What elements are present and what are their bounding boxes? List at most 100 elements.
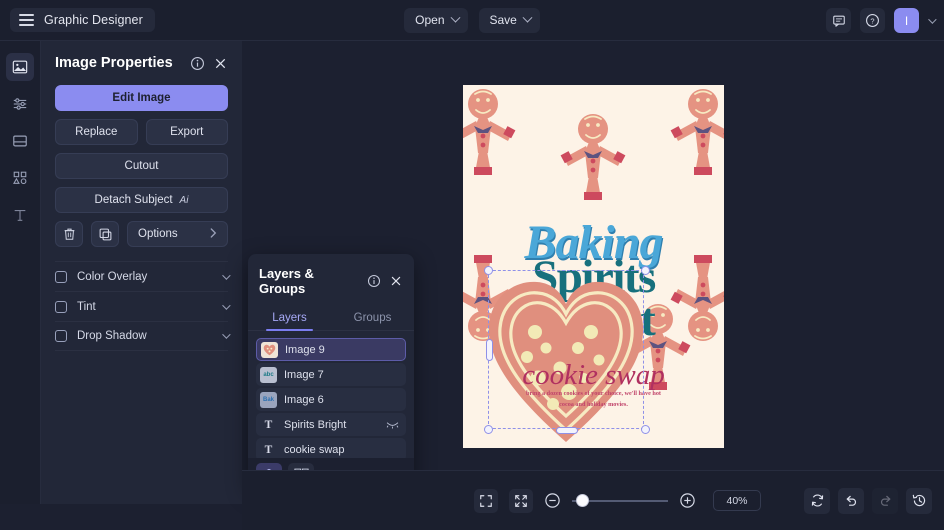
redo-button[interactable] xyxy=(872,487,898,514)
info-icon[interactable] xyxy=(367,274,381,288)
layer-name: Spirits Bright xyxy=(284,418,347,431)
collapse-view-button[interactable] xyxy=(509,488,533,513)
plus-circle-icon xyxy=(680,493,695,508)
selection-bounding-box[interactable] xyxy=(484,266,650,434)
resize-handle-top-left[interactable] xyxy=(484,266,493,275)
sidebar-item-text[interactable] xyxy=(6,201,34,229)
hamburger-icon[interactable] xyxy=(19,14,34,26)
minus-circle-icon xyxy=(545,493,560,508)
text-layer-icon: T xyxy=(264,418,273,431)
save-label: Save xyxy=(489,13,517,27)
shapes-icon xyxy=(13,171,27,185)
left-tool-rail xyxy=(0,41,41,504)
layer-item-image-6[interactable]: Bak Image 6 xyxy=(256,388,406,411)
comment-button[interactable] xyxy=(826,8,851,33)
undo-button[interactable] xyxy=(838,487,864,514)
chevron-down-icon[interactable] xyxy=(222,300,231,310)
layers-panel-header: Layers & Groups xyxy=(248,254,414,305)
help-button[interactable]: ? xyxy=(860,8,885,33)
detach-subject-button[interactable]: Detach Subject Ai xyxy=(55,187,228,213)
resize-handle-bottom-left[interactable] xyxy=(484,425,493,434)
layer-item-image-7[interactable]: abc Image 7 xyxy=(256,363,406,386)
layer-thumbnail: abc xyxy=(260,366,277,383)
effect-drop-shadow[interactable]: Drop Shadow xyxy=(55,321,231,351)
resize-handle-top-right[interactable] xyxy=(641,266,650,275)
history-button[interactable] xyxy=(906,487,932,514)
sidebar-item-adjust[interactable] xyxy=(6,90,34,118)
close-icon[interactable] xyxy=(389,274,403,288)
top-right-actions: ? I xyxy=(826,0,937,41)
image-properties-panel: Image Properties Edit Image Replace Expo… xyxy=(41,41,242,504)
tab-groups[interactable]: Groups xyxy=(331,305,414,330)
layer-thumbnail: Bak xyxy=(260,391,277,408)
effect-label: Drop Shadow xyxy=(77,330,147,342)
ai-badge: Ai xyxy=(179,194,189,206)
sidebar-item-shapes[interactable] xyxy=(6,164,34,192)
chevron-down-icon[interactable] xyxy=(222,330,231,339)
tab-layers[interactable]: Layers xyxy=(248,305,331,331)
app-menu-button[interactable]: Graphic Designer xyxy=(10,8,155,32)
resize-handle-left[interactable] xyxy=(485,339,493,361)
delete-button[interactable] xyxy=(55,221,83,247)
layer-item-image-9[interactable]: Image 9 xyxy=(256,338,406,361)
sidebar-item-layout[interactable] xyxy=(6,127,34,155)
layers-and-groups-panel[interactable]: Layers & Groups Layers Groups Image 9 ab… xyxy=(248,254,414,489)
undo-icon xyxy=(846,495,856,506)
chevron-down-icon[interactable] xyxy=(928,14,937,24)
replace-button[interactable]: Replace xyxy=(55,119,138,145)
image-tool-row: Options xyxy=(55,221,228,247)
duplicate-button[interactable] xyxy=(91,221,119,247)
layer-thumbnail xyxy=(261,341,278,358)
hidden-eye-icon[interactable] xyxy=(386,416,399,434)
open-label: Open xyxy=(415,13,445,27)
options-button[interactable]: Options xyxy=(127,221,228,247)
svg-text:?: ? xyxy=(870,17,874,26)
export-button[interactable]: Export xyxy=(145,119,228,145)
save-button[interactable]: Save xyxy=(478,7,540,33)
bottom-toolbar: 40% xyxy=(242,470,944,530)
cutout-button[interactable]: Cutout xyxy=(55,153,228,179)
comment-icon xyxy=(832,15,845,27)
top-bar: Graphic Designer Open Save ? I xyxy=(0,0,944,41)
close-icon[interactable] xyxy=(213,56,228,71)
file-actions: Open Save xyxy=(382,7,562,33)
layer-name: Image 7 xyxy=(284,368,324,381)
image-icon xyxy=(12,60,28,74)
fit-screen-button[interactable] xyxy=(474,488,498,513)
color-overlay-checkbox[interactable] xyxy=(55,270,67,283)
resize-handle-bottom-right[interactable] xyxy=(641,425,650,434)
layer-item-spirits-bright[interactable]: T Spirits Bright xyxy=(256,413,406,436)
zoom-level-value[interactable]: 40% xyxy=(713,490,761,511)
chevron-down-icon xyxy=(450,12,460,23)
layers-tabs: Layers Groups xyxy=(248,305,414,331)
duplicate-icon xyxy=(99,228,111,240)
options-label: Options xyxy=(138,228,178,240)
zoom-out-button[interactable] xyxy=(544,492,561,509)
info-icon[interactable] xyxy=(190,56,205,71)
effect-tint[interactable]: Tint xyxy=(55,291,231,321)
page-title: Image Properties xyxy=(55,55,173,71)
zoom-slider-knob[interactable] xyxy=(576,494,589,507)
app-title: Graphic Designer xyxy=(44,13,143,27)
zoom-slider[interactable] xyxy=(572,492,668,509)
resize-handle-bottom[interactable] xyxy=(556,426,578,434)
drop-shadow-checkbox[interactable] xyxy=(55,330,67,342)
open-button[interactable]: Open xyxy=(404,7,468,33)
history-icon xyxy=(912,494,925,507)
refresh-button[interactable] xyxy=(804,487,830,514)
avatar-initial: I xyxy=(904,13,909,28)
refresh-icon xyxy=(811,494,823,507)
edit-image-button[interactable]: Edit Image xyxy=(55,85,228,111)
avatar[interactable]: I xyxy=(894,8,919,33)
sidebar-item-image[interactable] xyxy=(6,53,34,81)
panel-header: Image Properties xyxy=(55,55,228,71)
sliders-icon xyxy=(13,98,27,110)
effect-color-overlay[interactable]: Color Overlay xyxy=(55,261,231,291)
tint-checkbox[interactable] xyxy=(55,300,67,313)
effect-label: Tint xyxy=(77,300,96,313)
chevron-down-icon[interactable] xyxy=(222,270,231,280)
history-actions xyxy=(804,487,932,514)
fit-screen-icon xyxy=(480,494,492,507)
layer-name: Image 9 xyxy=(285,343,325,356)
zoom-in-button[interactable] xyxy=(679,492,696,509)
